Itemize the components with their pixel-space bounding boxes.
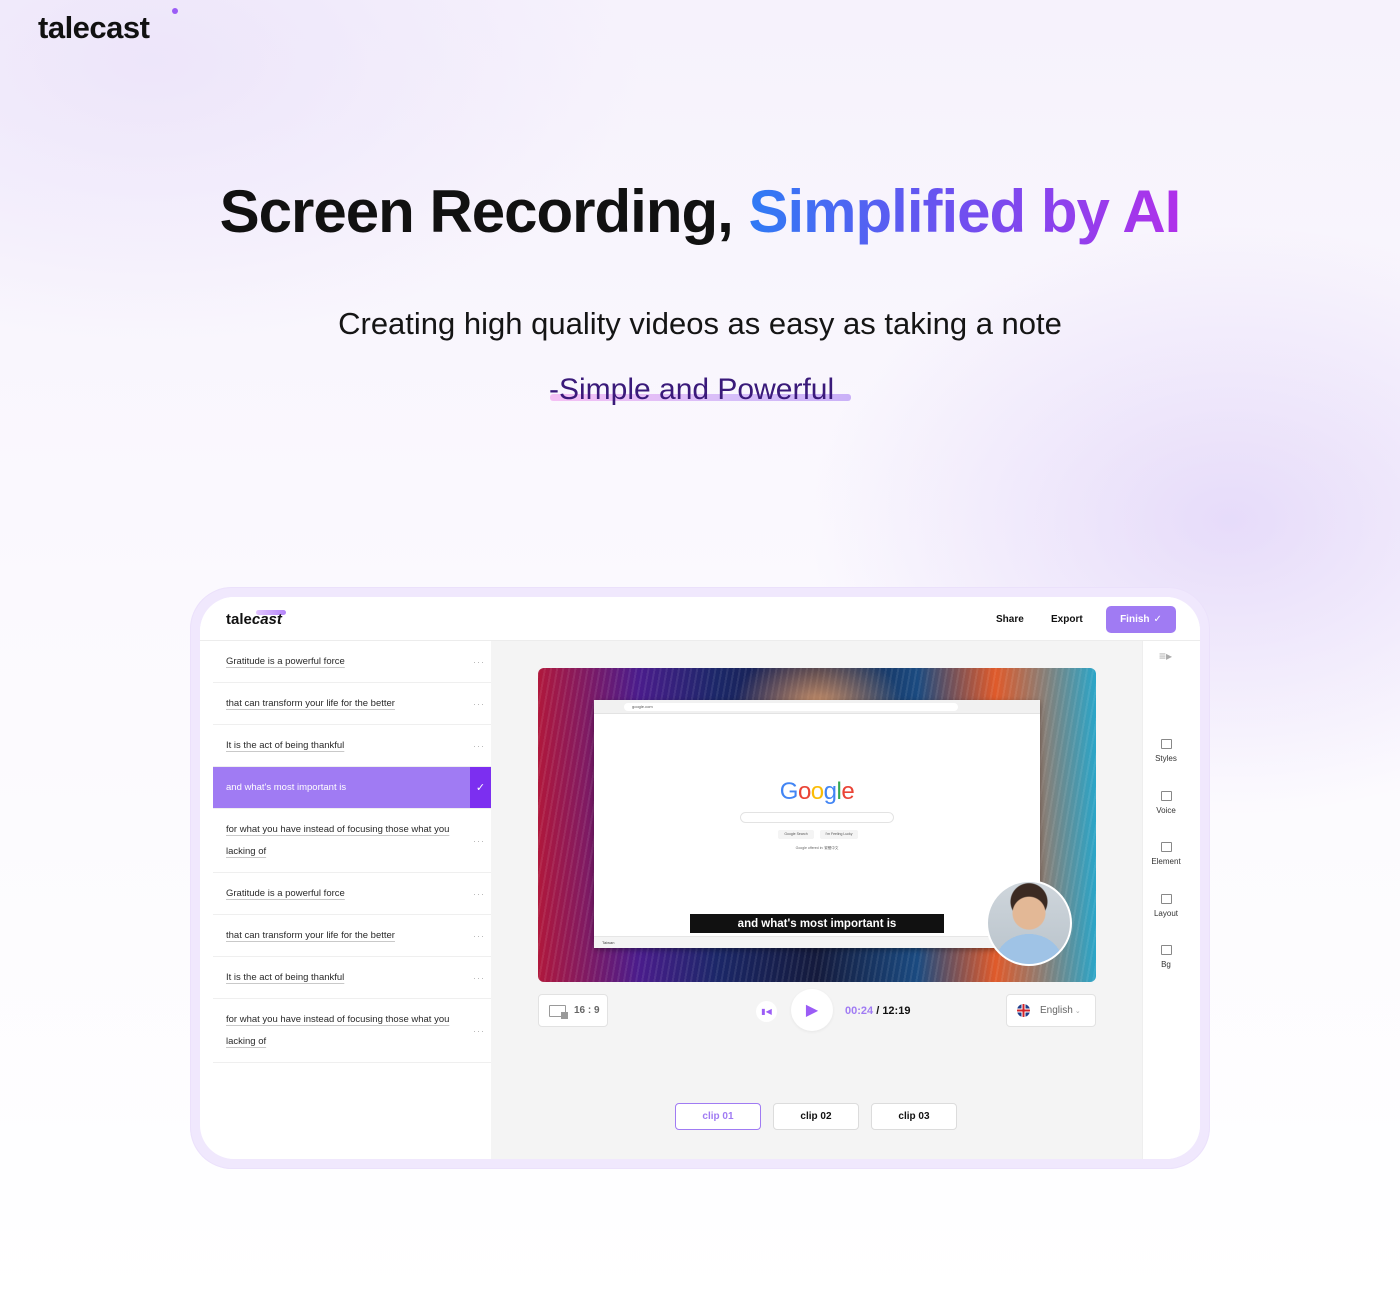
clip-button[interactable]: clip 02 <box>773 1103 859 1130</box>
hero-title-plain: Screen Recording, <box>219 178 734 245</box>
tool-label: Styles <box>1155 754 1177 763</box>
browser-url: google.com <box>624 703 958 711</box>
google-logo-letter: G <box>779 778 799 805</box>
tool-voice[interactable]: Voice <box>1143 791 1189 815</box>
tool-styles[interactable]: Styles <box>1143 739 1189 763</box>
tool-layout[interactable]: Layout <box>1143 894 1189 918</box>
tool-element[interactable]: Element <box>1143 842 1189 866</box>
google-logo-letter: o <box>797 778 811 805</box>
current-time: 00:24 <box>845 1005 874 1017</box>
transcript-text: It is the act of being thankful <box>226 971 345 983</box>
element-icon <box>1160 842 1172 852</box>
more-options-icon[interactable]: ··· <box>473 883 485 905</box>
aspect-ratio-label: 16 : 9 <box>574 1005 600 1016</box>
export-button[interactable]: Export <box>1051 614 1083 625</box>
transcript-text: for what you have instead of focusing th… <box>226 1013 450 1047</box>
hero-title: Screen Recording, Simplified by AI <box>0 176 1400 248</box>
more-options-icon[interactable]: ··· <box>473 1020 485 1042</box>
skip-back-button[interactable]: ▮◀ <box>756 1001 777 1022</box>
finish-label: Finish <box>1120 614 1150 625</box>
hero-subtitle: Creating high quality videos as easy as … <box>338 306 1062 341</box>
clip-button[interactable]: clip 03 <box>871 1103 957 1130</box>
video-preview[interactable]: google.com Google Google Search I'm Feel… <box>538 668 1096 982</box>
transcript-row[interactable]: that can transform your life for the bet… <box>213 683 491 725</box>
play-icon: ▶ <box>805 1002 819 1019</box>
background-icon <box>1160 945 1172 955</box>
transcript-text: for what you have instead of focusing th… <box>226 823 450 857</box>
google-logo: Google <box>594 778 1040 806</box>
transcript-text: that can transform your life for the bet… <box>226 697 395 709</box>
tool-label: Voice <box>1156 806 1176 815</box>
google-search-button: Google Search <box>778 830 814 839</box>
transcript-row[interactable]: Gratitude is a powerful force ··· <box>213 641 491 683</box>
more-options-icon[interactable]: ··· <box>473 651 485 673</box>
tool-label: Element <box>1151 857 1181 866</box>
transcript-text: Gratitude is a powerful force <box>226 655 345 667</box>
aspect-ratio-icon <box>549 1004 568 1019</box>
styles-icon <box>1160 739 1172 749</box>
transcript-row[interactable]: that can transform your life for the bet… <box>213 915 491 957</box>
google-logo-letter: e <box>841 778 855 805</box>
finish-button[interactable]: Finish ✓ <box>1106 606 1176 633</box>
menu-collapse-icon[interactable]: ≡▸ <box>1159 649 1172 663</box>
recorded-browser: google.com Google Google Search I'm Feel… <box>594 700 1040 948</box>
chevron-down-icon: ⌄ <box>1074 1007 1081 1015</box>
google-logo-letter: g <box>823 778 837 805</box>
right-tool-panel: ≡▸ Styles Voice Element Layout Bg <box>1142 641 1200 1159</box>
transcript-row[interactable]: for what you have instead of focusing th… <box>213 999 491 1063</box>
browser-toolbar: google.com <box>594 700 1040 714</box>
layout-icon <box>1160 894 1172 904</box>
transcript-row[interactable]: It is the act of being thankful ··· <box>213 957 491 999</box>
app-logo[interactable]: talecast <box>226 611 282 628</box>
app-logo-plain: tale <box>226 611 252 628</box>
aspect-ratio-button[interactable]: 16 : 9 <box>538 994 608 1027</box>
clip-button[interactable]: clip 01 <box>675 1103 761 1130</box>
transcript-list: Gratitude is a powerful force ··· that can… <box>213 641 491 1063</box>
app-window: talecast Share Export Finish ✓ Gratitude… <box>200 597 1200 1159</box>
transcript-text: that can transform your life for the bet… <box>226 929 395 941</box>
more-options-icon[interactable]: ··· <box>473 693 485 715</box>
google-logo-letter: o <box>810 778 824 805</box>
share-button[interactable]: Share <box>996 614 1024 625</box>
play-button[interactable]: ▶ <box>791 989 833 1031</box>
hero-title-gradient: Simplified by AI <box>748 178 1181 245</box>
transcript-text: Gratitude is a powerful force <box>226 887 345 899</box>
presenter-avatar[interactable] <box>986 880 1072 966</box>
voice-icon <box>1160 791 1172 801</box>
uk-flag-icon <box>1017 1004 1030 1017</box>
skip-back-icon: ▮◀ <box>761 1007 772 1016</box>
tool-label: Bg <box>1161 960 1171 969</box>
hero-tagline: -Simple and Powerful <box>549 373 835 406</box>
brand-logo[interactable]: talecast <box>38 10 150 46</box>
tool-bg[interactable]: Bg <box>1143 945 1189 969</box>
editor-canvas: google.com Google Google Search I'm Feel… <box>491 641 1142 1159</box>
feeling-lucky-button: I'm Feeling Lucky <box>820 830 858 839</box>
google-offered-in: Google offered in: 繁體中文 <box>795 846 839 850</box>
more-options-icon[interactable]: ··· <box>473 830 485 852</box>
logo-dot-icon <box>172 8 178 14</box>
transcript-text: and what's most important is <box>226 781 347 793</box>
time-display: 00:24 / 12:19 <box>845 1005 910 1017</box>
language-label: English <box>1040 1005 1073 1016</box>
check-icon: ✓ <box>1153 614 1162 625</box>
check-icon[interactable]: ✓ <box>470 767 491 808</box>
tool-label: Layout <box>1153 909 1179 918</box>
transcript-row[interactable]: It is the act of being thankful ··· <box>213 725 491 767</box>
transcript-text: It is the act of being thankful <box>226 739 345 751</box>
more-options-icon[interactable]: ··· <box>473 735 485 757</box>
transcript-row[interactable]: Gratitude is a powerful force ··· <box>213 873 491 915</box>
more-options-icon[interactable]: ··· <box>473 925 485 947</box>
transcript-row[interactable]: for what you have instead of focusing th… <box>213 809 491 873</box>
transcript-row[interactable]: and what's most important is ✓ <box>213 767 491 809</box>
more-options-icon[interactable]: ··· <box>473 967 485 989</box>
google-search-box <box>740 812 894 823</box>
browser-footer: Taiwan <box>594 936 1040 948</box>
app-logo-italic: cast <box>251 611 282 628</box>
total-time: 12:19 <box>882 1005 911 1017</box>
video-caption: and what's most important is <box>690 913 944 933</box>
time-separator: / <box>873 1005 883 1017</box>
language-select[interactable]: English ⌄ <box>1006 994 1096 1027</box>
app-topbar: talecast Share Export Finish ✓ <box>200 597 1200 641</box>
